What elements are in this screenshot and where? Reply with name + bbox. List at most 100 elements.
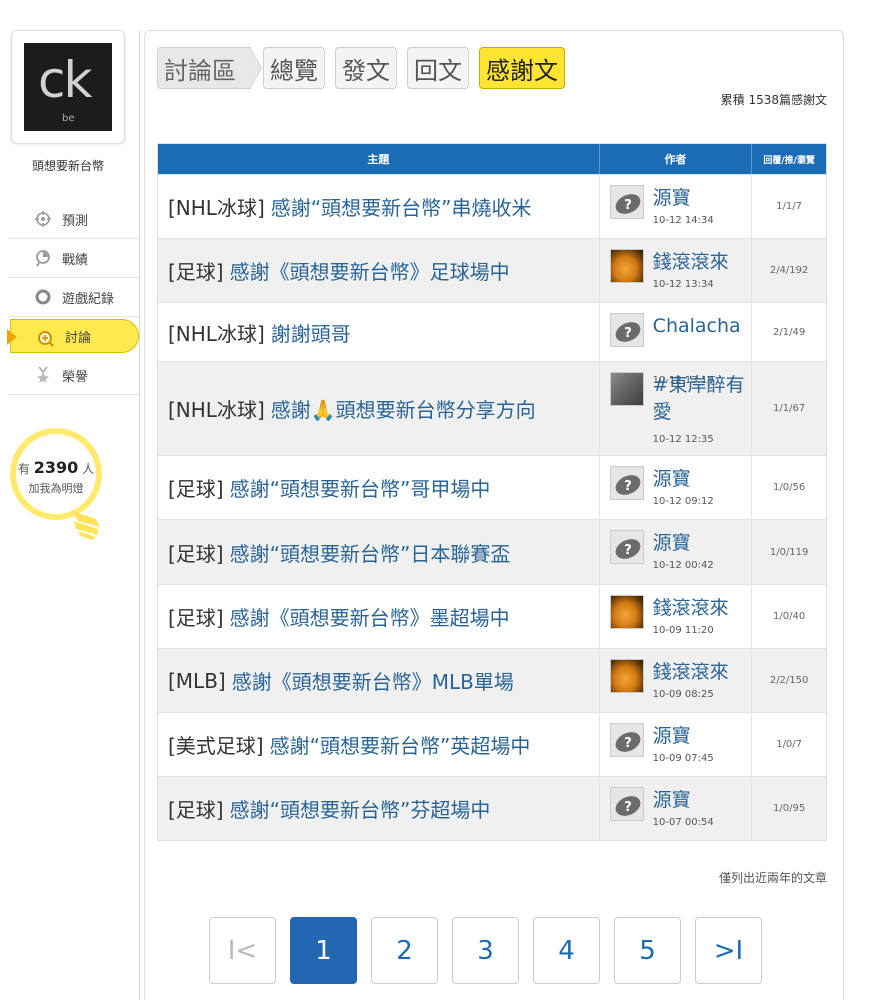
topic-cell[interactable]: [NHL冰球] 感謝🙏頭想要新台幣分享方向 [158, 362, 600, 455]
author-avatar[interactable] [609, 372, 644, 406]
sidebar-item-2[interactable]: 遊戲紀錄 [8, 278, 139, 317]
svg-text:?: ? [624, 736, 632, 751]
profile-avatar-card[interactable]: ck be [11, 30, 125, 144]
sidebar-item-label: 討論 [65, 330, 92, 346]
topic-cell[interactable]: [MLB] 感謝《頭想要新台幣》MLB單場 [158, 649, 600, 712]
page-button-2[interactable]: 2 [371, 917, 438, 984]
table-row[interactable]: [美式足球] 感謝“頭想要新台幣”英超場中? 源寶 10-09 07:45 1/0/7 [158, 712, 826, 776]
bulb-count: 2390 [33, 458, 79, 477]
author-avatar[interactable]: ? [609, 723, 644, 757]
table-row[interactable]: [足球] 感謝“頭想要新台幣”哥甲場中? 源寶 10-12 09:12 1/0/56 [158, 455, 826, 519]
topic-title-link[interactable]: 感謝“頭想要新台幣”哥甲場中 [230, 473, 491, 502]
discussion-icon [37, 330, 55, 348]
topic-cell[interactable]: [足球] 感謝“頭想要新台幣”日本聯賽盃 [158, 520, 600, 584]
author-name-link[interactable]: 錢滾滾來 [653, 249, 745, 276]
author-cell: #東岸醉有愛 10-12 12:35 [600, 362, 753, 455]
author-name-link[interactable]: 錢滾滾來 [653, 595, 745, 622]
topic-cell[interactable]: [NHL冰球] 謝謝頭哥 [158, 303, 600, 361]
author-name-link[interactable]: 源寶 [653, 466, 745, 493]
topic-cell[interactable]: [美式足球] 感謝“頭想要新台幣”英超場中 [158, 713, 600, 776]
topic-cell[interactable]: [足球] 感謝《頭想要新台幣》足球場中 [158, 239, 600, 302]
stats-cell: 1/0/119 [769, 546, 809, 558]
table-row[interactable]: [足球] 感謝“頭想要新台幣”芬超場中? 源寶 10-07 00:54 1/0/95 [158, 776, 826, 840]
tab-0[interactable]: 討論區 [157, 47, 262, 89]
footnote: 僅列出近兩年的文章 [718, 871, 827, 885]
topic-title-link[interactable]: 感謝“頭想要新台幣”英超場中 [270, 730, 531, 759]
post-time: 10-12 14:34 [652, 215, 714, 226]
topic-title-link[interactable]: 感謝《頭想要新台幣》墨超場中 [230, 602, 510, 631]
author-name-link[interactable]: 源寶 [653, 530, 745, 557]
crosshair-icon [34, 210, 52, 228]
author-name-link[interactable]: 源寶 [653, 723, 745, 750]
author-avatar[interactable]: ? [609, 466, 644, 500]
author-avatar[interactable] [609, 249, 644, 283]
author-cell: ? 源寶 10-12 00:42 [600, 520, 753, 584]
table-row[interactable]: [MLB] 感謝《頭想要新台幣》MLB單場 錢滾滾來 10-09 08:25 2/2/1… [158, 648, 826, 712]
author-cell: 錢滾滾來 10-09 11:20 [600, 585, 753, 648]
tab-4[interactable]: 感謝文 [479, 47, 565, 89]
sidebar-item-4[interactable]: 榮譽 [8, 356, 139, 395]
author-name-link[interactable]: Chalacha [653, 313, 745, 340]
topic-title-link[interactable]: 謝謝頭哥 [271, 318, 351, 347]
topic-category: [足球] [168, 477, 224, 501]
topic-cell[interactable]: [足球] 感謝“頭想要新台幣”芬超場中 [158, 777, 600, 840]
table-row[interactable]: [足球] 感謝“頭想要新台幣”日本聯賽盃? 源寶 10-12 00:42 1/0/119 [158, 519, 826, 584]
author-avatar[interactable] [609, 595, 644, 629]
author-avatar[interactable]: ? [609, 530, 644, 564]
header-author: 作者 [600, 144, 753, 174]
author-name-link[interactable]: #東岸醉有愛 [653, 372, 745, 426]
author-avatar[interactable]: ? [609, 787, 644, 821]
table-row[interactable]: [NHL冰球] 感謝“頭想要新台幣”串燒收米? 源寶 10-12 14:34 1/1/7 [158, 174, 826, 238]
topic-title-link[interactable]: 感謝“頭想要新台幣”芬超場中 [230, 794, 491, 823]
table-header: 主題 作者 回覆/推/瀏覽 [158, 144, 826, 174]
sidebar-item-label: 遊戲紀錄 [62, 291, 115, 307]
tab-1[interactable]: 總覽 [263, 47, 325, 89]
table-row[interactable]: [NHL冰球] 感謝🙏頭想要新台幣分享方向 #東岸醉有愛 10-12 12:35 1/1… [158, 361, 826, 455]
table-row[interactable]: [NHL冰球] 謝謝頭哥? Chalacha 10-12 13:19 2/1/49 [158, 302, 826, 386]
page-button-5[interactable]: 5 [614, 917, 681, 984]
stats-cell: 1/0/56 [773, 482, 806, 493]
topic-category: [足球] [168, 606, 224, 630]
last-page-button[interactable]: >I [695, 917, 762, 984]
stats-cell: 2/1/49 [773, 326, 806, 338]
sidebar-item-label: 榮譽 [62, 369, 89, 385]
topic-title-link[interactable]: 感謝“頭想要新台幣”日本聯賽盃 [230, 538, 511, 567]
stats-cell: 2/4/192 [769, 265, 809, 276]
page-button-3[interactable]: 3 [452, 917, 519, 984]
post-time: 10-12 12:35 [652, 434, 714, 445]
topic-title-link[interactable]: 感謝“頭想要新台幣”串燒收米 [271, 192, 532, 221]
table-row[interactable]: [足球] 感謝《頭想要新台幣》足球場中 錢滾滾來 10-12 13:34 2/4/192 [158, 238, 826, 302]
stats-cell: 1/0/7 [776, 739, 803, 750]
topic-category: [足球] [168, 541, 224, 566]
active-arrow-icon [7, 329, 17, 345]
topic-category: [足球] [168, 260, 224, 284]
author-avatar[interactable] [609, 659, 644, 693]
stats-cell: 2/2/150 [769, 675, 809, 686]
page-button-4[interactable]: 4 [533, 917, 600, 984]
header-stats: 回覆/推/瀏覽 [763, 155, 815, 166]
topic-title-link[interactable]: 感謝《頭想要新台幣》MLB單場 [232, 666, 514, 695]
post-time: 10-09 11:20 [652, 625, 714, 636]
table-row[interactable]: [足球] 感謝《頭想要新台幣》墨超場中 錢滾滾來 10-09 11:20 1/0/40 [158, 584, 826, 648]
author-name-link[interactable]: 源寶 [653, 787, 745, 814]
author-name-link[interactable]: 源寶 [653, 185, 745, 212]
page-button-1[interactable]: 1 [290, 917, 357, 984]
topic-title-link[interactable]: 感謝🙏頭想要新台幣分享方向 [271, 394, 536, 423]
sidebar-item-0[interactable]: 預測 [8, 200, 139, 239]
tab-3[interactable]: 回文 [407, 47, 469, 89]
topic-cell[interactable]: [足球] 感謝“頭想要新台幣”哥甲場中 [158, 456, 600, 519]
author-avatar[interactable]: ? [609, 313, 644, 347]
author-cell: ? 源寶 10-09 07:45 [600, 713, 753, 776]
author-name-link[interactable]: 錢滾滾來 [653, 659, 745, 686]
sidebar-item-3[interactable]: 討論 [7, 319, 139, 353]
topic-title-link[interactable]: 感謝《頭想要新台幣》足球場中 [230, 256, 510, 285]
star-medal-icon [34, 366, 52, 384]
topic-cell[interactable]: [足球] 感謝《頭想要新台幣》墨超場中 [158, 585, 600, 648]
sidebar: ck be 頭想要新台幣 預測 戰績 遊戲紀錄 討論 榮譽 有 2390 人 加我為明燈 [0, 0, 140, 1000]
sidebar-item-1[interactable]: 戰績 [8, 239, 139, 278]
tab-2[interactable]: 發文 [335, 47, 397, 89]
first-page-button[interactable]: I< [209, 917, 276, 984]
author-avatar[interactable]: ? [609, 185, 644, 219]
stats-cell: 1/1/67 [773, 403, 806, 414]
topic-cell[interactable]: [NHL冰球] 感謝“頭想要新台幣”串燒收米 [158, 175, 600, 238]
